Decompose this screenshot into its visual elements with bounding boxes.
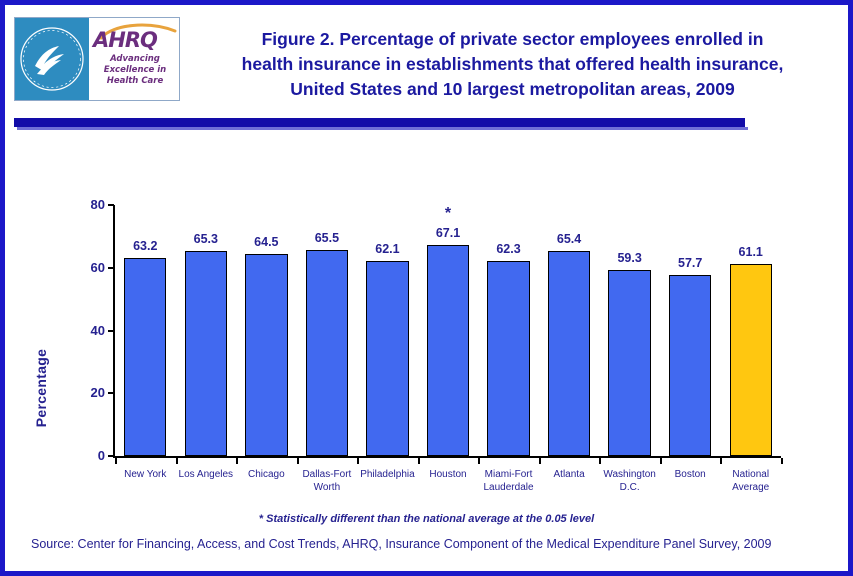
bar[interactable] bbox=[305, 250, 349, 456]
bar-value-label: 59.3 bbox=[617, 250, 642, 265]
ahrq-tagline-line-1: Advancing bbox=[110, 54, 160, 64]
bar-value-label: 65.3 bbox=[193, 232, 218, 247]
x-tick-mark bbox=[175, 458, 178, 464]
x-tick-mark bbox=[538, 458, 541, 464]
figure-title-line-2: health insurance in establishments that … bbox=[241, 54, 784, 74]
bar-value-label: 62.3 bbox=[496, 241, 521, 256]
y-tick-mark bbox=[108, 455, 114, 457]
bar-value-label: 57.7 bbox=[678, 255, 703, 270]
ahrq-letters: AHRQ bbox=[93, 28, 158, 52]
y-tick-label: 60 bbox=[90, 259, 105, 275]
hhs-seal-icon bbox=[15, 18, 89, 100]
x-axis-category-line: Worth bbox=[313, 481, 341, 493]
x-tick-mark bbox=[781, 458, 783, 464]
x-axis-category-line: D.C. bbox=[619, 481, 640, 493]
bar-value-label: 67.1 bbox=[435, 226, 461, 241]
x-tick-mark bbox=[720, 458, 723, 464]
x-axis-line bbox=[113, 456, 781, 458]
x-tick-mark bbox=[357, 458, 360, 464]
figure-title-line-1: Figure 2. Percentage of private sector e… bbox=[261, 29, 764, 49]
y-tick-mark bbox=[108, 266, 114, 269]
y-tick-label: 0 bbox=[97, 448, 105, 463]
significance-asterisk: * bbox=[444, 205, 452, 223]
y-tick-mark bbox=[108, 204, 114, 206]
y-tick-label: 20 bbox=[90, 385, 105, 401]
source-note: Source: Center for Financing, Access, an… bbox=[31, 537, 772, 551]
x-tick-mark bbox=[478, 458, 481, 464]
bar[interactable] bbox=[487, 260, 530, 456]
x-axis-category-line: Average bbox=[732, 481, 770, 493]
y-tick-mark bbox=[108, 392, 114, 395]
figure-title-line-3: United States and 10 largest metropolita… bbox=[290, 79, 735, 99]
bar[interactable] bbox=[547, 250, 591, 456]
x-tick-mark bbox=[659, 458, 662, 464]
ahrq-wordmark: AHRQ Advancing Excellence in Health Care bbox=[89, 18, 179, 100]
significance-footnote: * Statistically different than the natio… bbox=[258, 513, 595, 525]
figure-page: AHRQ Advancing Excellence in Health Care… bbox=[0, 0, 853, 576]
y-axis-title: Percentage bbox=[33, 348, 49, 428]
x-tick-mark bbox=[236, 458, 239, 464]
bar-value-label: 61.1 bbox=[738, 245, 763, 260]
agency-logo-block: AHRQ Advancing Excellence in Health Care bbox=[14, 17, 180, 101]
bar-value-label: 62.1 bbox=[375, 242, 400, 257]
ahrq-tagline: Advancing Excellence in Health Care bbox=[89, 54, 179, 87]
bar-value-label: 63.2 bbox=[133, 238, 158, 253]
bar[interactable] bbox=[366, 261, 409, 456]
bar[interactable] bbox=[729, 264, 772, 456]
figure-header: AHRQ Advancing Excellence in Health Care… bbox=[5, 5, 848, 130]
y-tick-mark bbox=[108, 329, 114, 332]
x-axis-category-label: National Average bbox=[714, 469, 787, 494]
ahrq-tagline-line-2: Excellence in bbox=[103, 65, 167, 75]
bar[interactable] bbox=[124, 257, 167, 456]
x-tick-mark bbox=[296, 458, 299, 464]
x-axis-category-line: Lauderdale bbox=[483, 481, 534, 493]
bar[interactable] bbox=[245, 253, 288, 456]
x-axis-category-line: National bbox=[732, 469, 770, 480]
bar[interactable] bbox=[668, 274, 712, 456]
bar[interactable] bbox=[184, 251, 227, 456]
bar[interactable] bbox=[608, 269, 651, 456]
bar-value-label: 65.4 bbox=[556, 231, 582, 246]
bar-value-label: 64.5 bbox=[254, 234, 279, 249]
bar-value-label: 65.5 bbox=[314, 231, 340, 246]
figure-title: Figure 2. Percentage of private sector e… bbox=[190, 27, 835, 102]
y-tick-label: 40 bbox=[90, 322, 105, 338]
bar[interactable] bbox=[426, 245, 470, 456]
bar-chart: Percentage 0 20 40 60 80 63.2 65.3 64.5 65.5 62.… bbox=[5, 135, 848, 515]
x-tick-mark bbox=[417, 458, 420, 464]
x-tick-mark bbox=[115, 458, 117, 464]
x-tick-mark bbox=[599, 458, 602, 464]
header-divider-rule bbox=[14, 118, 745, 127]
ahrq-tagline-line-3: Health Care bbox=[106, 76, 164, 86]
y-tick-label: 80 bbox=[90, 197, 105, 212]
header-rule-shadow bbox=[17, 127, 748, 130]
